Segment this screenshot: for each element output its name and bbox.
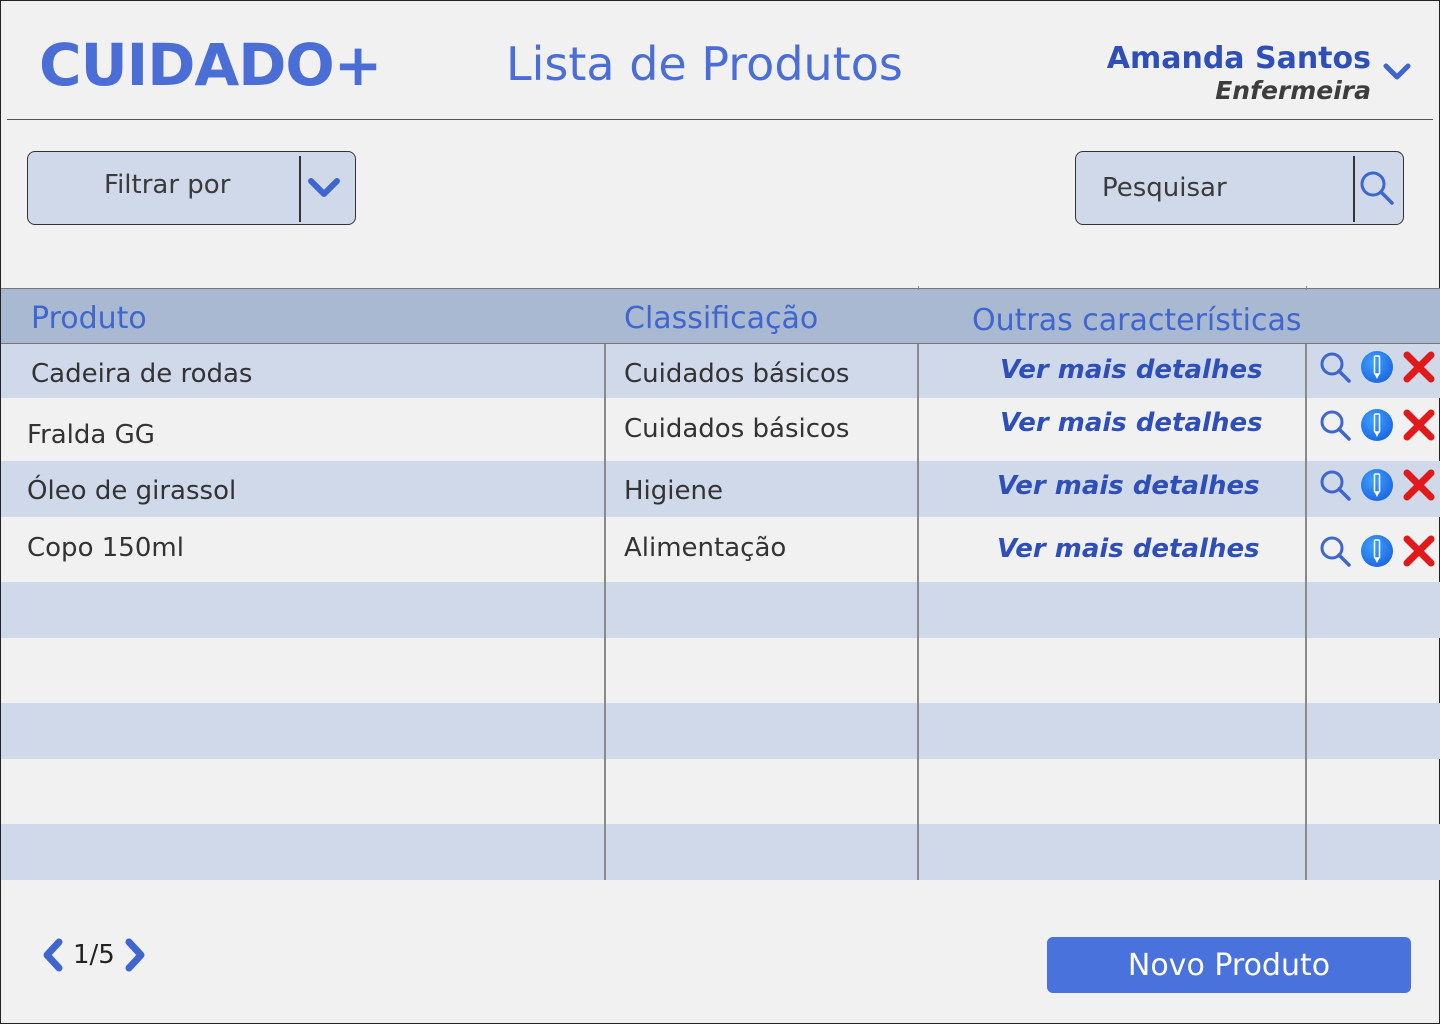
table-row-empty	[1, 638, 1440, 703]
edit-icon[interactable]	[1359, 407, 1395, 443]
cell-produto: Fralda GG	[27, 420, 155, 450]
delete-icon[interactable]	[1401, 467, 1437, 503]
search-icon[interactable]	[1317, 533, 1353, 569]
table-row-empty	[1, 582, 1440, 638]
column-divider	[917, 344, 919, 880]
search-icon[interactable]	[1317, 467, 1353, 503]
details-link[interactable]: Ver mais detalhes	[997, 471, 1260, 501]
cell-classificacao: Cuidados básicos	[624, 359, 850, 389]
row-actions	[1317, 467, 1440, 503]
search-box	[1075, 151, 1404, 225]
chevron-left-icon[interactable]	[39, 937, 67, 973]
details-link[interactable]: Ver mais detalhes	[1000, 408, 1263, 438]
search-input[interactable]	[1086, 156, 1348, 220]
delete-icon[interactable]	[1401, 349, 1437, 385]
table-row-empty	[1, 703, 1440, 759]
table-row-empty	[1, 759, 1440, 824]
cell-produto: Cadeira de rodas	[31, 359, 253, 389]
filter-dropdown[interactable]: Filtrar por	[27, 151, 356, 225]
filter-label: Filtrar por	[104, 170, 231, 200]
row-actions	[1317, 407, 1440, 443]
row-actions	[1317, 349, 1440, 385]
column-header-outras[interactable]: Outras características	[972, 303, 1302, 338]
chevron-right-icon[interactable]	[121, 937, 149, 973]
user-role: Enfermeira	[1215, 76, 1371, 105]
pagination: 1/5	[39, 935, 149, 975]
delete-icon[interactable]	[1401, 407, 1437, 443]
search-divider	[1353, 156, 1355, 222]
header-divider	[7, 119, 1433, 120]
filter-divider	[299, 156, 301, 222]
edit-icon[interactable]	[1359, 533, 1395, 569]
search-icon[interactable]	[1357, 168, 1397, 208]
column-divider	[604, 344, 606, 880]
cell-produto: Copo 150ml	[27, 533, 184, 563]
cell-classificacao: Higiene	[624, 476, 723, 506]
column-header-classificacao[interactable]: Classificação	[624, 301, 818, 336]
edit-icon[interactable]	[1359, 349, 1395, 385]
delete-icon[interactable]	[1401, 533, 1437, 569]
search-icon[interactable]	[1317, 407, 1353, 443]
page-title: Lista de Produtos	[506, 37, 903, 91]
chevron-down-icon[interactable]	[306, 170, 342, 206]
details-link[interactable]: Ver mais detalhes	[1000, 355, 1263, 385]
details-link[interactable]: Ver mais detalhes	[997, 534, 1260, 564]
column-header-produto[interactable]: Produto	[31, 301, 147, 336]
chevron-down-icon[interactable]	[1383, 61, 1411, 83]
cell-produto: Óleo de girassol	[27, 476, 237, 506]
new-product-button[interactable]: Novo Produto	[1047, 937, 1411, 993]
table-header: Produto Classificação Outras característ…	[1, 288, 1440, 344]
row-actions	[1317, 533, 1440, 569]
cell-classificacao: Alimentação	[624, 533, 787, 563]
user-name: Amanda Santos	[1106, 41, 1371, 76]
table-row-empty	[1, 824, 1440, 880]
user-menu[interactable]: Amanda Santos Enfermeira	[1107, 41, 1371, 105]
edit-icon[interactable]	[1359, 467, 1395, 503]
column-divider	[1305, 344, 1307, 880]
search-icon[interactable]	[1317, 349, 1353, 385]
page-indicator: 1/5	[73, 940, 115, 970]
app-title: CUIDADO+	[39, 31, 382, 99]
column-divider	[918, 286, 919, 290]
column-divider	[1306, 286, 1307, 290]
cell-classificacao: Cuidados básicos	[624, 414, 850, 444]
